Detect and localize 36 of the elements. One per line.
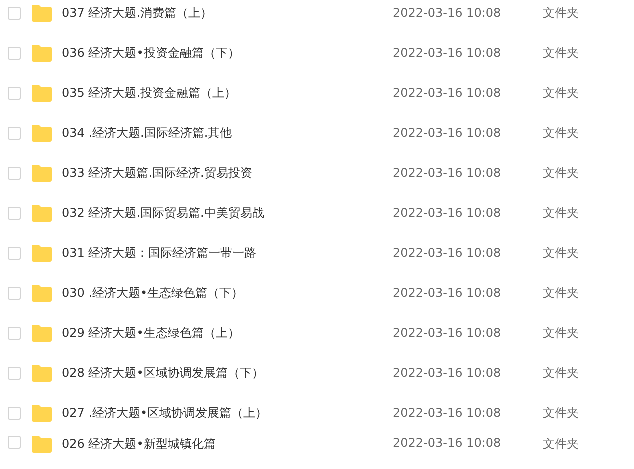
modified-date: 2022-03-16 10:08 xyxy=(393,206,502,220)
file-name[interactable]: 034 .经济大题.国际经济篇.其他 xyxy=(62,124,393,142)
file-type: 文件夹 xyxy=(543,404,579,422)
file-name[interactable]: 032 经济大题.国际贸易篇.中美贸易战 xyxy=(62,204,393,222)
file-name[interactable]: 033 经济大题篇.国际经济.贸易投资 xyxy=(62,164,393,182)
file-name[interactable]: 028 经济大题•区域协调发展篇（下） xyxy=(62,364,393,382)
file-name[interactable]: 029 经济大题•生态绿色篇（上） xyxy=(62,324,393,342)
modified-date: 2022-03-16 10:08 xyxy=(393,126,502,140)
file-name[interactable]: 026 经济大题•新型城镇化篇 xyxy=(62,436,393,453)
modified-date: 2022-03-16 10:08 xyxy=(393,286,502,300)
modified-date: 2022-03-16 10:08 xyxy=(393,366,502,380)
file-type: 文件夹 xyxy=(543,4,579,22)
modified-date: 2022-03-16 10:08 xyxy=(393,86,502,100)
file-name[interactable]: 037 经济大题.消费篇（上） xyxy=(62,4,393,22)
file-name[interactable]: 030 .经济大题•生态绿色篇（下） xyxy=(62,284,393,302)
file-name[interactable]: 035 经济大题.投资金融篇（上） xyxy=(62,84,393,102)
modified-date: 2022-03-16 10:08 xyxy=(393,166,502,180)
file-type: 文件夹 xyxy=(543,364,579,382)
modified-date: 2022-03-16 10:08 xyxy=(393,406,502,420)
modified-date: 2022-03-16 10:08 xyxy=(393,46,502,60)
file-name[interactable]: 036 经济大题•投资金融篇（下） xyxy=(62,44,393,62)
file-type: 文件夹 xyxy=(543,324,579,342)
modified-date: 2022-03-16 10:08 xyxy=(393,246,502,260)
file-type: 文件夹 xyxy=(543,164,579,182)
file-type: 文件夹 xyxy=(543,84,579,102)
file-type: 文件夹 xyxy=(543,436,579,453)
modified-date: 2022-03-16 10:08 xyxy=(393,326,502,340)
file-type: 文件夹 xyxy=(543,284,579,302)
file-type: 文件夹 xyxy=(543,204,579,222)
file-name[interactable]: 027 .经济大题•区域协调发展篇（上） xyxy=(62,404,393,422)
file-type: 文件夹 xyxy=(543,124,579,142)
file-name[interactable]: 031 经济大题：国际经济篇一带一路 xyxy=(62,244,393,262)
file-type: 文件夹 xyxy=(543,44,579,62)
modified-date: 2022-03-16 10:08 xyxy=(393,436,502,450)
file-type: 文件夹 xyxy=(543,244,579,262)
modified-date: 2022-03-16 10:08 xyxy=(393,6,502,20)
